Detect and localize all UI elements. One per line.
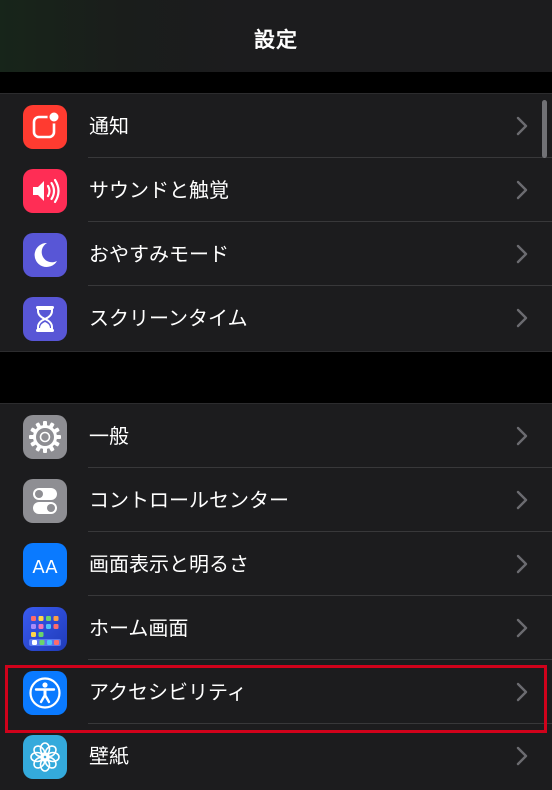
toggle-icon — [23, 479, 67, 523]
settings-row-home-screen[interactable]: ホーム画面 — [0, 596, 552, 660]
settings-row-label: 壁紙 — [89, 744, 129, 768]
hourglass-icon — [23, 297, 67, 341]
settings-group-1: 通知 サウンドと触覚 おやすみモード スクリーンタイム — [0, 93, 552, 352]
settings-group-2: 一般 コントロールセンター AA 画面表示と明るさ ホーム画面 アクセシビリティ… — [0, 403, 552, 790]
home-screen-icon — [23, 607, 67, 651]
chevron-right-icon — [516, 682, 528, 702]
chevron-right-icon — [516, 618, 528, 638]
settings-row-label: スクリーンタイム — [89, 306, 248, 330]
flower-icon — [23, 735, 67, 779]
navigation-bar: 設定 — [0, 0, 552, 72]
settings-row-do-not-disturb[interactable]: おやすみモード — [0, 222, 552, 286]
settings-row-screen-time[interactable]: スクリーンタイム — [0, 286, 552, 350]
moon-icon — [23, 233, 67, 277]
chevron-right-icon — [516, 308, 528, 328]
settings-row-label: サウンドと触覚 — [89, 178, 229, 202]
chevron-right-icon — [516, 244, 528, 264]
chevron-right-icon — [516, 116, 528, 136]
gear-icon — [23, 415, 67, 459]
accessibility-icon — [23, 671, 67, 715]
chevron-right-icon — [516, 746, 528, 766]
settings-row-label: 通知 — [89, 114, 129, 138]
text-size-glyph: AA — [32, 557, 58, 578]
sound-icon — [23, 169, 67, 213]
settings-row-label: 画面表示と明るさ — [89, 552, 249, 576]
page-title: 設定 — [254, 28, 298, 52]
settings-row-display-brightness[interactable]: AA 画面表示と明るさ — [0, 532, 552, 596]
scrollbar[interactable] — [542, 100, 547, 158]
notifications-icon — [23, 105, 67, 149]
chevron-right-icon — [516, 554, 528, 574]
settings-row-label: おやすみモード — [89, 242, 229, 266]
settings-row-general[interactable]: 一般 — [0, 404, 552, 468]
settings-row-wallpaper[interactable]: 壁紙 — [0, 724, 552, 788]
settings-row-label: アクセシビリティ — [89, 680, 247, 704]
chevron-right-icon — [516, 490, 528, 510]
settings-row-label: コントロールセンター — [89, 488, 289, 512]
settings-row-sounds[interactable]: サウンドと触覚 — [0, 158, 552, 222]
settings-row-label: ホーム画面 — [89, 616, 189, 640]
text-size-icon: AA — [23, 543, 67, 587]
settings-row-control-center[interactable]: コントロールセンター — [0, 468, 552, 532]
settings-row-label: 一般 — [89, 424, 129, 448]
settings-row-accessibility[interactable]: アクセシビリティ — [0, 660, 552, 724]
chevron-right-icon — [516, 180, 528, 200]
chevron-right-icon — [516, 426, 528, 446]
settings-row-notifications[interactable]: 通知 — [0, 94, 552, 158]
settings-screen: 設定 通知 サウンドと触覚 おやすみモード スクリーンタイム 一般 コントロール… — [0, 0, 552, 790]
